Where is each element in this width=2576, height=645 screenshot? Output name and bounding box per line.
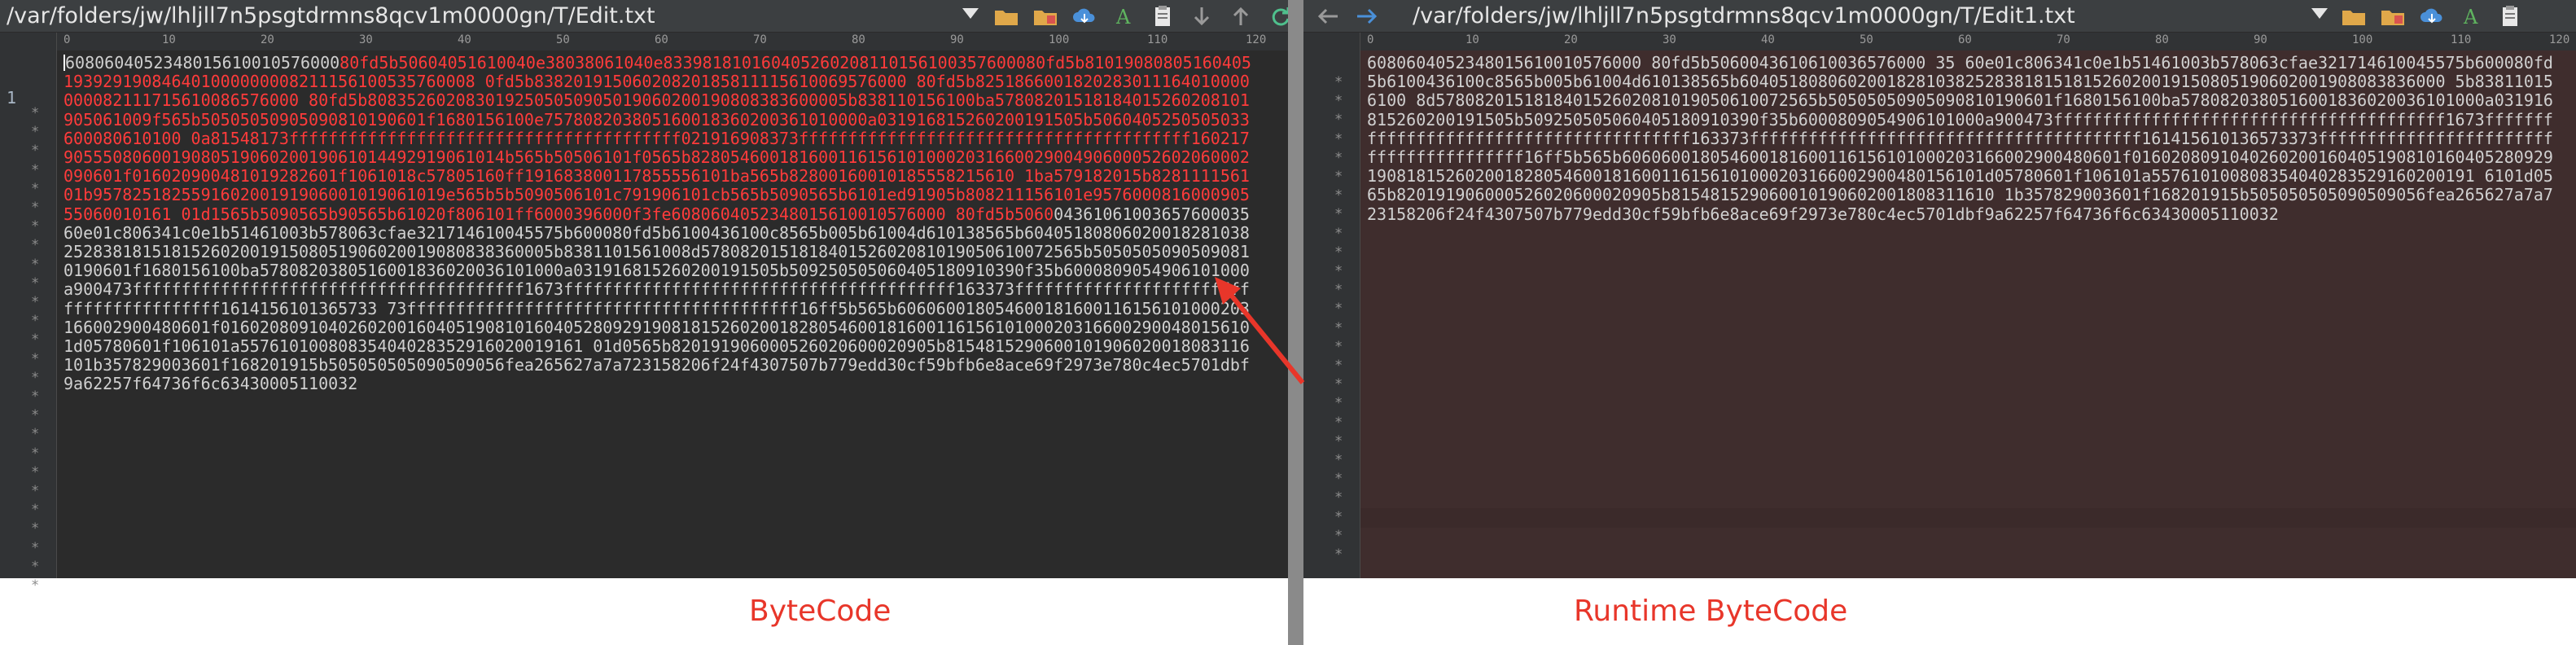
ruler-tick-label: 10	[162, 33, 176, 46]
ruler-tick-label: 20	[1564, 33, 1578, 46]
arrow-right-icon[interactable]	[1352, 2, 1382, 30]
right-toolbar: /var/folders/jw/lhljll7n5psgtdrmns8qcv1m…	[1303, 0, 2576, 33]
ruler-tick-label: 0	[64, 33, 71, 46]
ruler-tick-label: 120	[2549, 33, 2570, 46]
right-code-editor[interactable]: 6080604052348015610010576000 80fd5b50600…	[1360, 50, 2576, 578]
left-toolbar: /var/folders/jw/lhljll7n5psgtdrmns8qcv1m…	[0, 0, 1290, 33]
line-number: 1	[7, 88, 17, 108]
font-icon[interactable]: A	[1109, 2, 1138, 30]
font-icon[interactable]: A	[2456, 2, 2486, 30]
clipboard-icon[interactable]	[1148, 2, 1177, 30]
save-folder-icon[interactable]	[2378, 2, 2407, 30]
cloud-download-icon[interactable]	[1070, 2, 1099, 30]
cloud-download-icon[interactable]	[2417, 2, 2447, 30]
ruler-tick-label: 120	[1246, 33, 1267, 46]
right-file-path[interactable]: /var/folders/jw/lhljll7n5psgtdrmns8qcv1m…	[1413, 3, 2075, 29]
ruler-tick-label: 80	[852, 33, 865, 46]
ruler-tick-label: 50	[556, 33, 570, 46]
ruler-tick-label: 70	[2057, 33, 2070, 46]
arrow-down-icon[interactable]	[1187, 2, 1216, 30]
chevron-down-icon[interactable]	[2311, 8, 2328, 19]
open-folder-icon[interactable]	[2339, 2, 2368, 30]
bytecode-suffix: 04361061003657600035 60e01c806341c0e1b51…	[64, 204, 1250, 394]
right-toolbar-actions: A	[2339, 2, 2525, 30]
ruler-tick-label: 50	[1860, 33, 1873, 46]
ruler-tick-label: 20	[261, 33, 274, 46]
right-ruler: 0102030405060708090100110120130140	[1360, 33, 2576, 50]
arrow-left-icon[interactable]	[1313, 2, 1343, 30]
ruler-tick-label: 10	[1465, 33, 1479, 46]
left-toolbar-actions: A	[992, 2, 1295, 30]
svg-text:A: A	[2463, 6, 2478, 29]
ruler-tick-label: 100	[2352, 33, 2373, 46]
ruler-tick-label: 100	[1049, 33, 1070, 46]
runtime-bytecode-caption: Runtime ByteCode	[1574, 595, 1848, 628]
arrow-up-icon[interactable]	[1226, 2, 1255, 30]
bytecode-caption: ByteCode	[749, 595, 892, 628]
right-gutter: * * * * * * * * * * * * * * * * * * * * …	[1303, 33, 1360, 578]
right-editor-pane: /var/folders/jw/lhljll7n5psgtdrmns8qcv1m…	[1303, 0, 2576, 645]
left-code-editor[interactable]: 608060405234801561001057600080fd5b506040…	[57, 50, 1288, 578]
ruler-tick-label: 70	[753, 33, 767, 46]
gutter-wrap-marks: * * * * * * * * * * * * * * * * * * * * …	[31, 105, 40, 595]
ruler-tick-label: 110	[2451, 33, 2472, 46]
left-ruler: 0102030405060708090100110120130140	[57, 33, 1288, 50]
svg-text:A: A	[1115, 6, 1131, 29]
ruler-tick-label: 90	[950, 33, 964, 46]
runtime-bytecode-text[interactable]: 6080604052348015610010576000 80fd5b50600…	[1367, 53, 2556, 224]
ruler-tick-label: 80	[2155, 33, 2169, 46]
ruler-tick-label: 110	[1147, 33, 1168, 46]
ruler-tick-label: 60	[1958, 33, 1972, 46]
ruler-tick-label: 40	[458, 33, 471, 46]
gutter-wrap-marks: * * * * * * * * * * * * * * * * * * * * …	[1334, 74, 1343, 564]
bytecode-highlighted: 80fd5b50604051610040e38038061040e8339818…	[64, 53, 1251, 224]
clipboard-icon[interactable]	[2495, 2, 2525, 30]
left-editor-pane: /var/folders/jw/lhljll7n5psgtdrmns8qcv1m…	[0, 0, 1290, 645]
left-file-path[interactable]: /var/folders/jw/lhljll7n5psgtdrmns8qcv1m…	[7, 3, 655, 29]
bytecode-prefix: 6080604052348015610010576000	[65, 53, 340, 72]
ruler-tick-label: 0	[1367, 33, 1374, 46]
ruler-tick-label: 30	[1663, 33, 1676, 46]
ruler-tick-label: 60	[655, 33, 668, 46]
open-folder-icon[interactable]	[992, 2, 1021, 30]
ruler-tick-label: 40	[1761, 33, 1775, 46]
bytecode-text[interactable]: 608060405234801561001057600080fd5b506040…	[64, 53, 1252, 394]
save-folder-icon[interactable]	[1031, 2, 1060, 30]
annotation-arrow	[1215, 277, 1305, 384]
ruler-tick-label: 90	[2254, 33, 2267, 46]
chevron-down-icon[interactable]	[962, 8, 979, 19]
ruler-tick-label: 30	[359, 33, 373, 46]
editor-footer-band	[1360, 508, 2576, 528]
left-gutter: 1 * * * * * * * * * * * * * * * * * * * …	[0, 33, 57, 594]
